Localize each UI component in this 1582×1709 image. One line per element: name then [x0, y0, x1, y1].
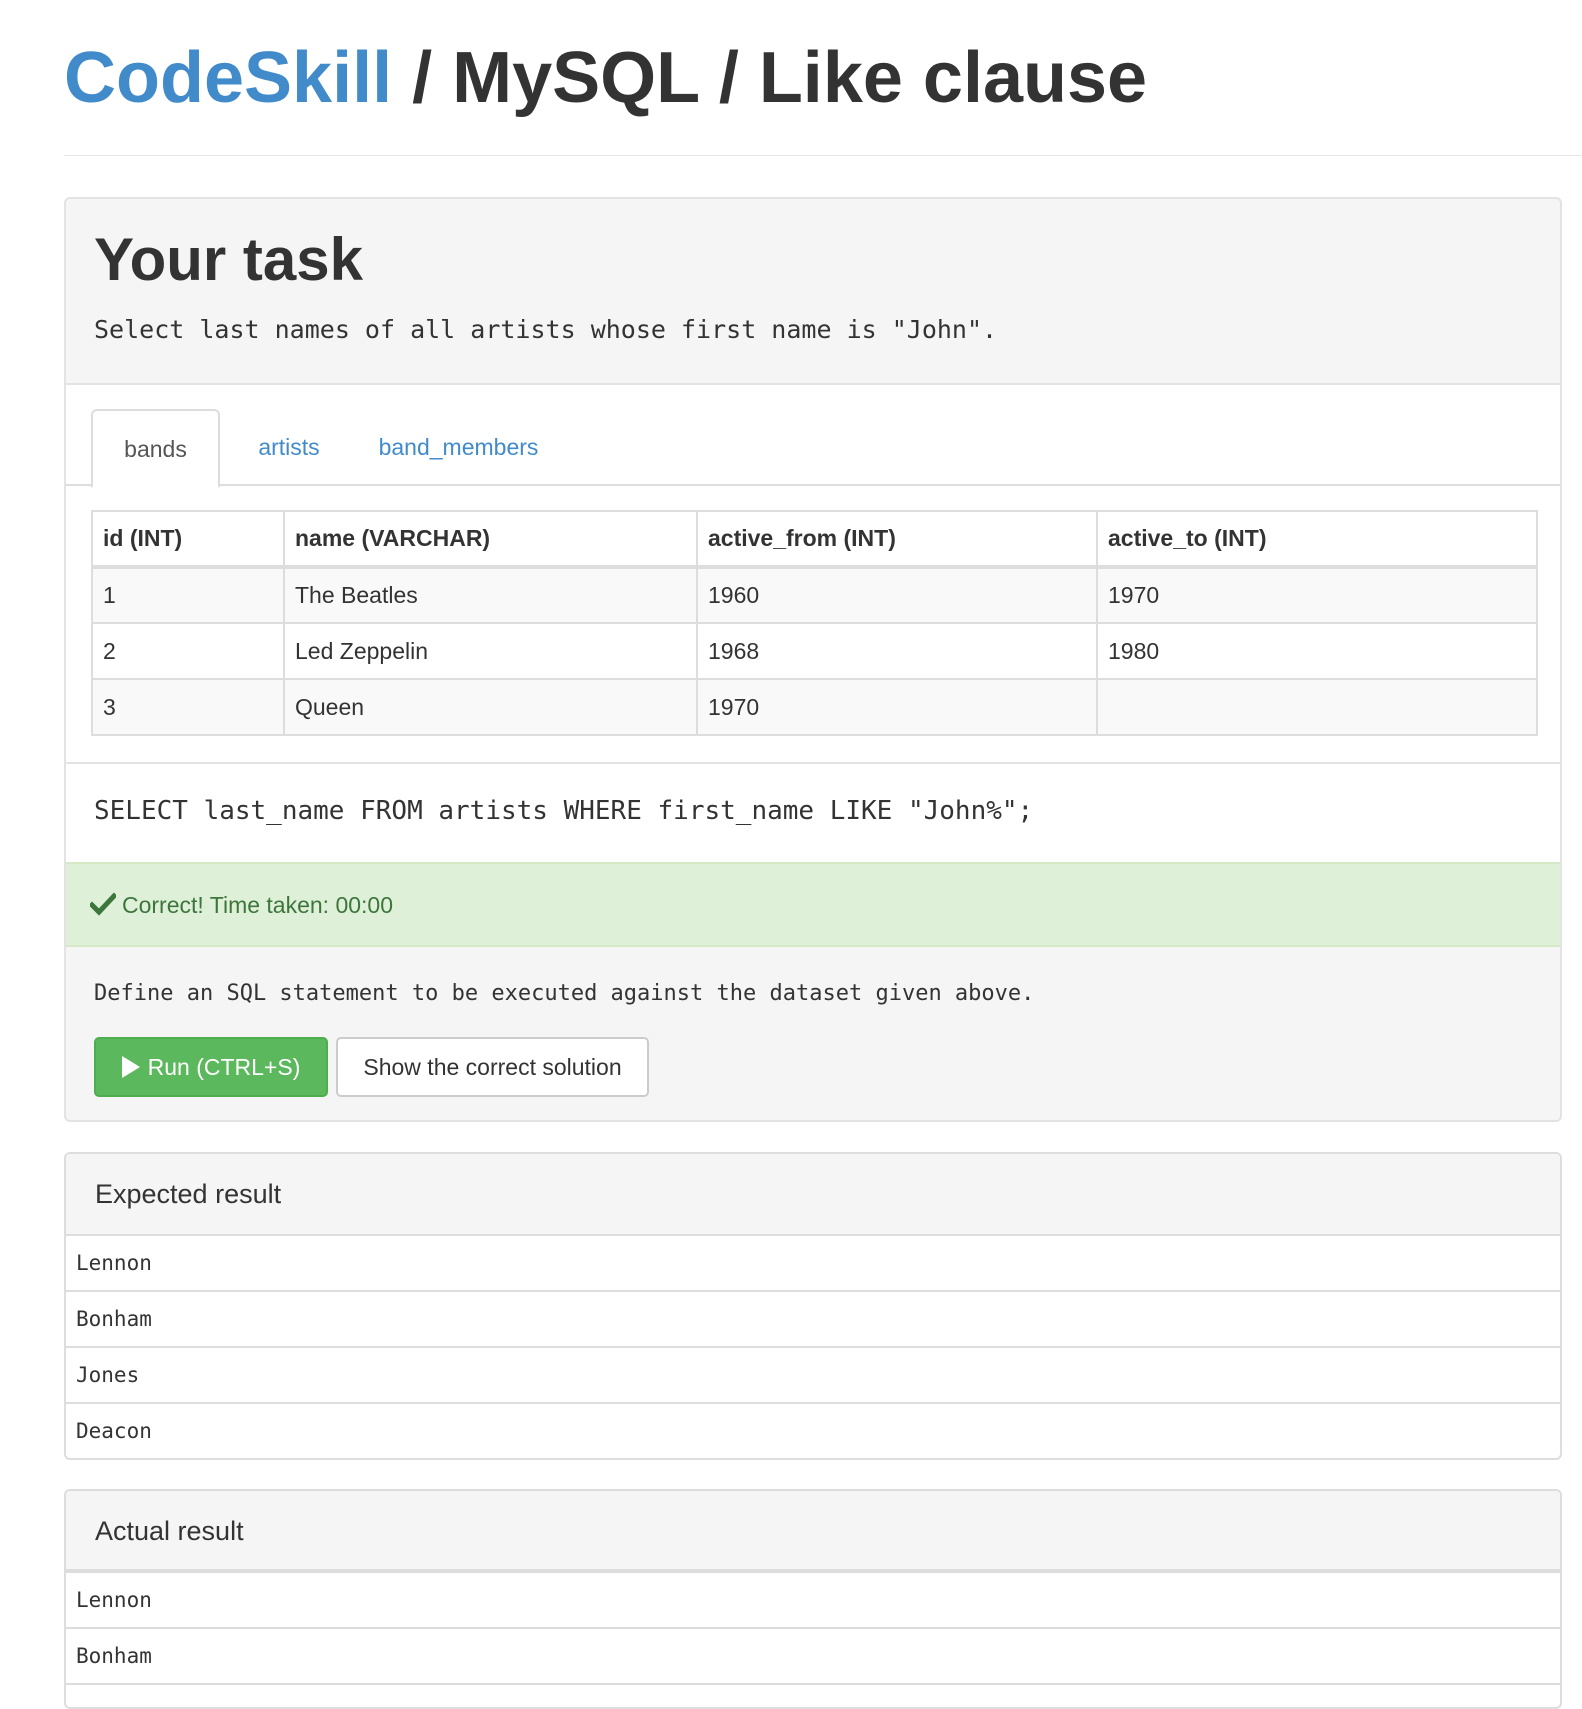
- task-panel: Your task Select last names of all artis…: [64, 197, 1562, 1122]
- page: CodeSkill / MySQL / Like clause Your tas…: [0, 0, 1582, 1709]
- sql-query-text[interactable]: SELECT last_name FROM artists WHERE firs…: [94, 794, 1033, 828]
- table-header-row: id (INT) name (VARCHAR) active_from (INT…: [91, 510, 1538, 569]
- table-cell: 1968: [696, 622, 1098, 680]
- table-cell: 1970: [1096, 566, 1538, 624]
- actual-result-heading: Actual result: [66, 1491, 1560, 1573]
- check-icon: [90, 892, 116, 916]
- sql-editor[interactable]: SELECT last_name FROM artists WHERE firs…: [66, 762, 1560, 862]
- show-solution-button[interactable]: Show the correct solution: [336, 1037, 649, 1097]
- task-title: Your task: [94, 226, 363, 293]
- result-row: Bonham: [66, 1629, 1560, 1685]
- table-tabs: bands artists band_members: [66, 385, 1560, 488]
- table-cell: 1960: [696, 566, 1098, 624]
- column-header: active_from (INT): [696, 510, 1098, 569]
- table-cell: 1980: [1096, 622, 1538, 680]
- run-button[interactable]: Run (CTRL+S): [94, 1037, 328, 1097]
- bands-table: id (INT) name (VARCHAR) active_from (INT…: [91, 510, 1538, 736]
- expected-result-panel: Expected result Lennon Bonham Jones Deac…: [64, 1152, 1562, 1460]
- table-row: 1 The Beatles 1960 1970: [91, 566, 1538, 624]
- result-row: Jones: [66, 1348, 1560, 1404]
- tab-band-members[interactable]: band_members: [366, 409, 551, 488]
- result-row: Lennon: [66, 1236, 1560, 1292]
- column-header: id (INT): [91, 510, 285, 569]
- table-cell: 2: [91, 622, 285, 680]
- column-header: name (VARCHAR): [283, 510, 698, 569]
- breadcrumb-path: / MySQL / Like clause: [392, 38, 1148, 118]
- table-cell: 1970: [696, 678, 1098, 736]
- header-divider: [64, 155, 1582, 156]
- table-cell: 1: [91, 566, 285, 624]
- result-row: Bonham: [66, 1292, 1560, 1348]
- run-button-label: Run (CTRL+S): [147, 1054, 301, 1080]
- table-cell: Led Zeppelin: [283, 622, 698, 680]
- task-header: Your task Select last names of all artis…: [66, 199, 1560, 383]
- table-row: 2 Led Zeppelin 1968 1980: [91, 622, 1538, 680]
- success-alert: Correct! Time taken: 00:00: [66, 862, 1560, 947]
- task-description: Select last names of all artists whose f…: [94, 315, 998, 344]
- table-cell: 3: [91, 678, 285, 736]
- column-header: active_to (INT): [1096, 510, 1538, 569]
- instructions-text: Define an SQL statement to be executed a…: [94, 981, 1035, 1006]
- expected-result-heading: Expected result: [66, 1154, 1560, 1236]
- brand-link[interactable]: CodeSkill: [64, 38, 392, 118]
- play-icon: [121, 1055, 140, 1078]
- table-cell: Queen: [283, 678, 698, 736]
- result-row: Deacon: [76, 1419, 152, 1443]
- table-cell: [1096, 678, 1538, 736]
- tab-artists[interactable]: artists: [226, 409, 352, 488]
- table-row: 3 Queen 1970: [91, 678, 1538, 736]
- table-cell: The Beatles: [283, 566, 698, 624]
- result-row: Lennon: [66, 1573, 1560, 1629]
- status-message: Correct! Time taken: 00:00: [122, 892, 394, 918]
- page-header: CodeSkill / MySQL / Like clause: [64, 28, 1147, 128]
- tab-bands[interactable]: bands: [91, 409, 220, 488]
- actual-result-panel: Actual result Lennon Bonham: [64, 1489, 1562, 1709]
